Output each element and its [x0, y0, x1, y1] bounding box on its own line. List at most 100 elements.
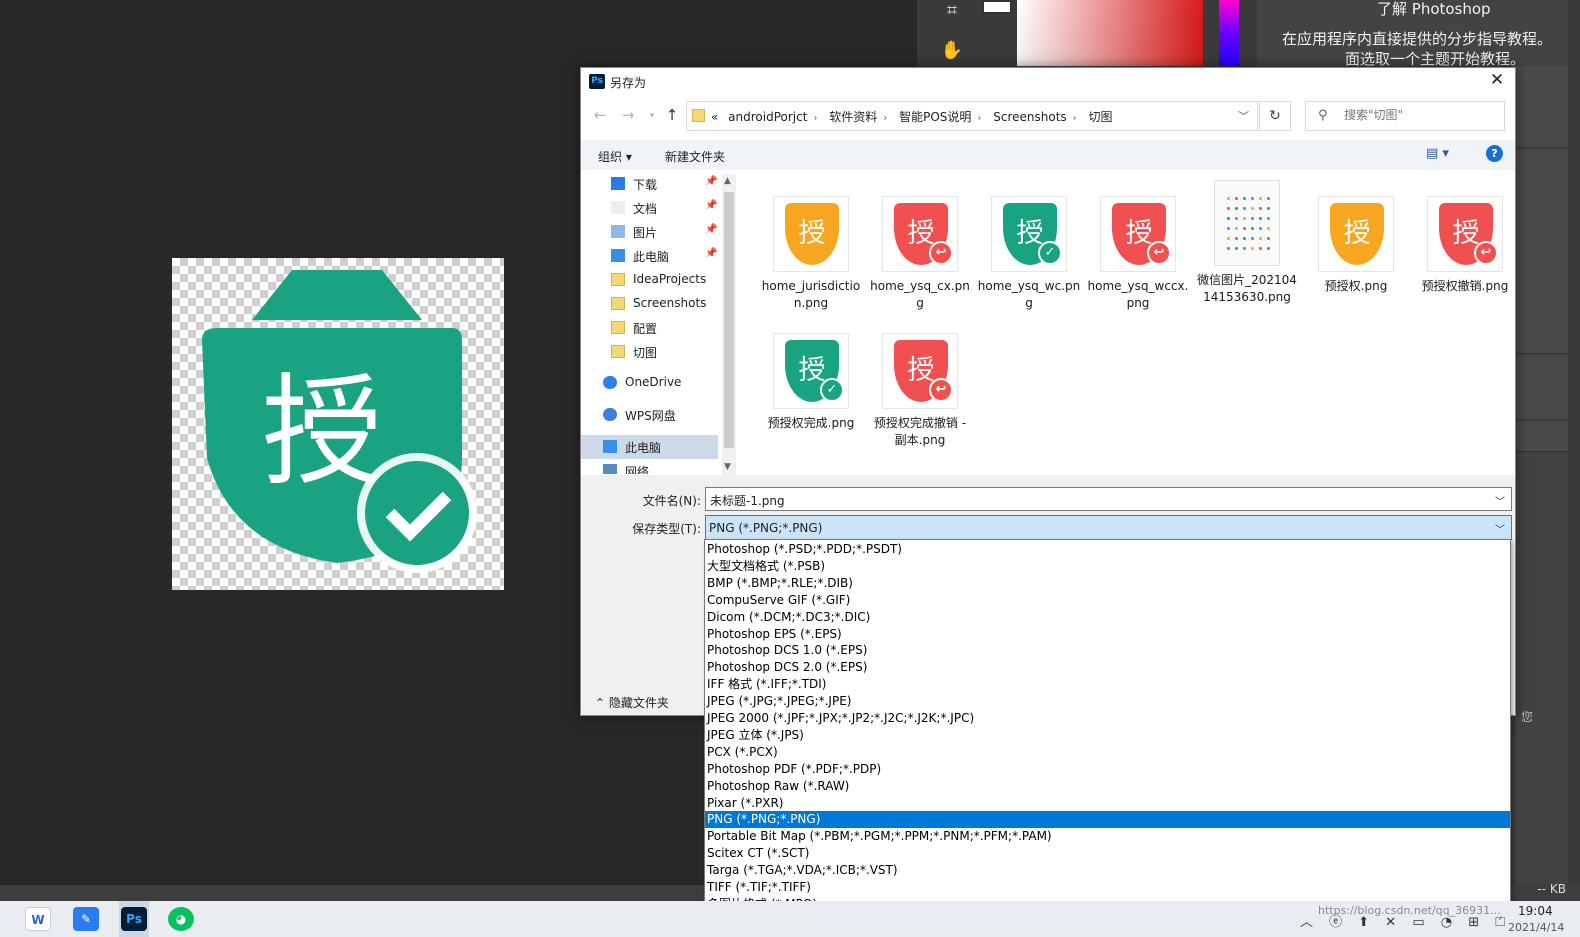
- sidebar-item[interactable]: IdeaProjects: [581, 268, 718, 292]
- breadcrumb-item[interactable]: androidPorjct: [728, 110, 807, 124]
- network-icon: [603, 464, 617, 474]
- sidebar-item[interactable]: 切图: [581, 340, 718, 364]
- save-type-select[interactable]: PNG (*.PNG;*.PNG) ﹀: [705, 515, 1512, 540]
- dialog-titlebar[interactable]: Ps 另存为 ✕: [581, 68, 1515, 96]
- pictures-icon: [611, 225, 625, 238]
- sidebar-item[interactable]: 此电脑 📌: [581, 244, 718, 268]
- file-item[interactable]: 授 ✓ home_ysq_wc.png: [976, 196, 1082, 312]
- back-arrow-icon[interactable]: ←: [589, 106, 611, 124]
- dropdown-option[interactable]: BMP (*.BMP;*.RLE;*.DIB): [705, 575, 1510, 592]
- file-item[interactable]: 授 ↩ home_ysq_cx.png: [867, 196, 973, 312]
- file-name-field[interactable]: 未标题-1.png ﹀: [705, 487, 1512, 511]
- image-thumbnail: 授: [1318, 196, 1394, 272]
- view-options-icon[interactable]: ▤ ▾: [1426, 146, 1449, 161]
- sidebar-item[interactable]: OneDrive: [581, 371, 718, 395]
- up-arrow-icon[interactable]: ↑: [661, 106, 683, 124]
- breadcrumb-item[interactable]: 智能POS说明: [899, 110, 971, 124]
- new-folder-button[interactable]: 新建文件夹: [665, 148, 725, 165]
- file-item[interactable]: 授 home_jurisdiction.png: [758, 196, 864, 312]
- dropdown-option[interactable]: TIFF (*.TIF;*.TIFF): [705, 879, 1510, 896]
- file-item[interactable]: 授 ↩ home_ysq_wccx.png: [1085, 196, 1191, 312]
- sidebar-item[interactable]: Screenshots: [581, 292, 718, 316]
- scroll-up-icon[interactable]: ▲: [724, 176, 731, 186]
- nav-scrollbar[interactable]: ▲ ▼: [722, 174, 736, 476]
- dropdown-option[interactable]: Photoshop DCS 1.0 (*.EPS): [705, 642, 1510, 659]
- help-icon[interactable]: ?: [1486, 145, 1503, 162]
- organize-button[interactable]: 组织 ▾: [598, 148, 632, 165]
- dropdown-option[interactable]: Scitex CT (*.SCT): [705, 845, 1510, 862]
- wechat-icon[interactable]: ◕: [168, 907, 194, 931]
- save-type-dropdown-list: Photoshop (*.PSD;*.PDD;*.PSDT) 大型文档格式 (*.…: [704, 539, 1511, 911]
- chevron-down-icon[interactable]: ﹀: [1238, 108, 1249, 124]
- dropdown-option[interactable]: 大型文档格式 (*.PSB): [705, 558, 1510, 575]
- file-item[interactable]: 授预授权.png: [1303, 196, 1409, 295]
- file-item[interactable]: 授 ✓ 预授权完成.png: [758, 333, 864, 432]
- dropdown-option[interactable]: JPEG (*.JPG;*.JPEG;*.JPE): [705, 693, 1510, 710]
- dropdown-option[interactable]: PNG (*.PNG;*.PNG): [705, 811, 1510, 829]
- dropdown-option[interactable]: Photoshop EPS (*.EPS): [705, 626, 1510, 643]
- search-input[interactable]: [1344, 108, 1494, 122]
- clock-date[interactable]: 2021/4/14: [1508, 921, 1564, 934]
- forward-arrow-icon[interactable]: →: [617, 106, 639, 124]
- file-item[interactable]: 授 ↩ 预授权完成撤销 - 副本.png: [867, 333, 973, 449]
- photoshop-taskbar-icon[interactable]: Ps: [121, 907, 147, 931]
- hide-folders-toggle[interactable]: ⌃ 隐藏文件夹: [595, 694, 669, 711]
- dropdown-option[interactable]: IFF 格式 (*.IFF;*.TDI): [705, 676, 1510, 693]
- breadcrumb-item[interactable]: Screenshots: [993, 110, 1066, 124]
- sidebar-item-label: OneDrive: [625, 375, 682, 389]
- crop-tool-icon[interactable]: ⌗: [935, 0, 969, 26]
- dropdown-option[interactable]: PCX (*.PCX): [705, 744, 1510, 761]
- clock-time[interactable]: 19:04: [1518, 904, 1553, 918]
- app-w-icon[interactable]: W: [25, 907, 51, 931]
- recent-dropdown-icon[interactable]: ▾: [641, 111, 663, 121]
- pan-tool-icon[interactable]: ✋: [935, 36, 969, 66]
- shield-icon: 授: [785, 203, 839, 265]
- folder-icon: [611, 273, 625, 286]
- sidebar-item[interactable]: WPS网盘: [581, 403, 718, 427]
- pen-app-icon[interactable]: ✎: [73, 907, 99, 931]
- learn-description: 在应用程序内直接提供的分步指导教程。: [1282, 30, 1553, 48]
- search-box[interactable]: ⚲: [1305, 101, 1505, 131]
- file-item[interactable]: 微信图片_20210414153630.png: [1194, 180, 1300, 306]
- dropdown-option[interactable]: Targa (*.TGA;*.VDA;*.ICB;*.VST): [705, 862, 1510, 879]
- breadcrumb-overflow[interactable]: «: [711, 110, 718, 124]
- sidebar-item[interactable]: 网络: [581, 459, 718, 474]
- close-icon[interactable]: ✕: [1485, 70, 1509, 90]
- dropdown-option[interactable]: JPEG 2000 (*.JPF;*.JPX;*.JP2;*.J2C;*.J2K…: [705, 710, 1510, 727]
- foreground-color-swatch[interactable]: [982, 0, 1012, 14]
- pin-icon: 📌: [705, 176, 718, 187]
- breadcrumb-item[interactable]: 软件资料: [829, 110, 877, 124]
- check-badge-icon: ✓: [820, 378, 844, 402]
- breadcrumb-item[interactable]: 切图: [1089, 110, 1113, 124]
- sidebar-item[interactable]: 文档 📌: [581, 196, 718, 220]
- refresh-icon[interactable]: ↻: [1259, 101, 1291, 131]
- file-name: home_ysq_wc.png: [977, 279, 1081, 310]
- file-item[interactable]: 授 ↩ 预授权撤销.png: [1412, 196, 1518, 295]
- scroll-thumb[interactable]: [724, 192, 734, 448]
- dropdown-option[interactable]: JPEG 立体 (*.JPS): [705, 727, 1510, 744]
- dropdown-option[interactable]: Pixar (*.PXR): [705, 795, 1510, 812]
- chevron-down-icon[interactable]: ﹀: [1495, 521, 1505, 536]
- chevron-down-icon[interactable]: ﹀: [1495, 493, 1505, 508]
- scroll-down-icon[interactable]: ▼: [724, 462, 731, 472]
- dropdown-option[interactable]: Photoshop PDF (*.PDF;*.PDP): [705, 761, 1510, 778]
- image-thumbnail: 授 ↩: [882, 333, 958, 409]
- color-picker-field[interactable]: [1017, 0, 1203, 66]
- sidebar-item[interactable]: 下载 📌: [581, 172, 718, 196]
- sidebar-item-label: 切图: [633, 346, 658, 360]
- sidebar-item[interactable]: 此电脑: [581, 435, 718, 459]
- sidebar-item[interactable]: 图片 📌: [581, 220, 718, 244]
- image-thumbnail: 授 ↩: [1427, 196, 1503, 272]
- sidebar-item[interactable]: 配置: [581, 316, 718, 340]
- dropdown-option[interactable]: Dicom (*.DCM;*.DC3;*.DIC): [705, 609, 1510, 626]
- hue-slider[interactable]: [1219, 0, 1239, 66]
- dropdown-option[interactable]: Photoshop Raw (*.RAW): [705, 778, 1510, 795]
- document-canvas[interactable]: 授: [172, 258, 504, 590]
- dropdown-option[interactable]: Portable Bit Map (*.PBM;*.PGM;*.PPM;*.PN…: [705, 828, 1510, 845]
- back-badge-icon: ↩: [1474, 241, 1498, 265]
- address-bar[interactable]: « androidPorjct › 软件资料 › 智能POS说明 › Screensh…: [686, 101, 1258, 131]
- dropdown-option[interactable]: CompuServe GIF (*.GIF): [705, 592, 1510, 609]
- dropdown-option[interactable]: Photoshop (*.PSD;*.PDD;*.PSDT): [705, 541, 1510, 558]
- pin-icon: 📌: [705, 248, 718, 259]
- dropdown-option[interactable]: Photoshop DCS 2.0 (*.EPS): [705, 659, 1510, 676]
